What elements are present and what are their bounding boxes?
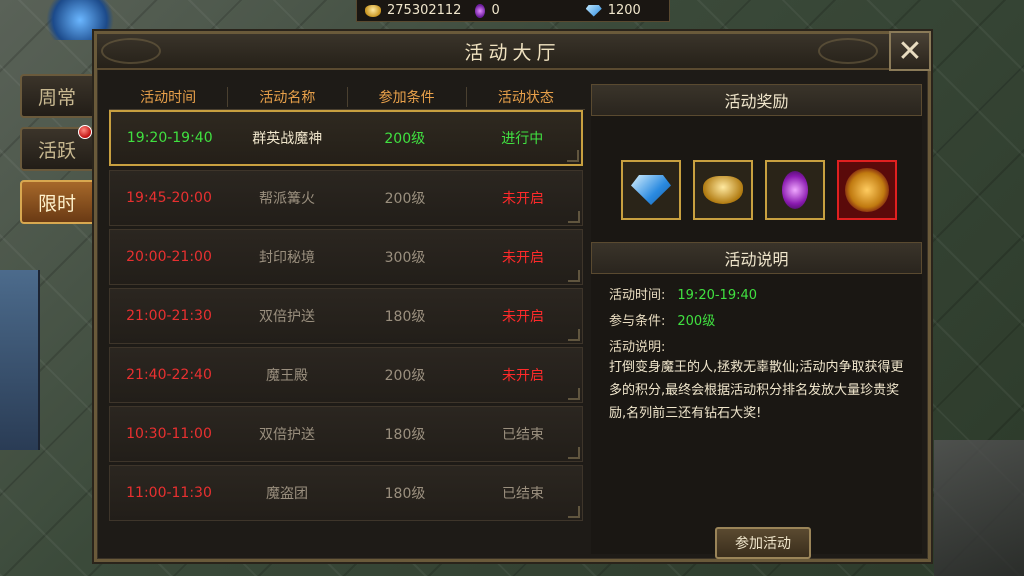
- row-time: 10:30-11:00: [126, 426, 212, 442]
- diamond-amount: 1200: [607, 3, 641, 18]
- header-time: 活动时间: [109, 86, 229, 107]
- close-icon: ✕: [897, 33, 923, 69]
- gold-ingot-icon: [703, 176, 743, 204]
- join-label: 参加活动: [735, 536, 791, 552]
- row-condition: 180级: [384, 427, 426, 443]
- purple-amount: 0: [491, 3, 500, 18]
- row-ornament: [568, 329, 580, 341]
- row-condition: 200级: [384, 191, 426, 207]
- tower-scenery: [0, 270, 40, 450]
- row-status: 未开启: [502, 309, 544, 325]
- activity-row[interactable]: 11:00-11:30 魔盗团 180级 已结束: [109, 465, 583, 521]
- info-time-line: 活动时间: 19:20-19:40: [609, 284, 757, 303]
- join-activity-button[interactable]: 参加活动: [715, 527, 811, 559]
- row-time: 21:40-22:40: [126, 367, 212, 383]
- gold-currency: 275302112: [365, 3, 461, 18]
- header-condition: 参加条件: [348, 86, 467, 107]
- row-status: 未开启: [502, 368, 544, 384]
- row-time: 20:00-21:00: [126, 249, 212, 265]
- ornament-right: [818, 38, 878, 64]
- activity-row[interactable]: 21:00-21:30 双倍护送 180级 未开启: [109, 288, 583, 344]
- activity-hall-window: 活动大厅 ✕ 活动时间 活动名称 参加条件 活动状态 19:20-19:40 群…: [94, 31, 931, 562]
- structure-scenery: [934, 440, 1024, 576]
- reward-slot[interactable]: [693, 160, 753, 220]
- row-name: 群英战魔神: [252, 131, 323, 147]
- time-label: 活动时间:: [609, 288, 666, 303]
- row-status: 已结束: [502, 427, 544, 443]
- row-ornament: [568, 506, 580, 518]
- row-status: 已结束: [502, 486, 544, 502]
- condition-label: 参与条件:: [609, 314, 666, 329]
- condition-value: 200级: [677, 314, 716, 329]
- ornament-left: [101, 38, 161, 64]
- row-name: 双倍护送: [259, 427, 315, 443]
- row-ornament: [567, 150, 579, 162]
- row-time: 11:00-11:30: [126, 485, 212, 501]
- activity-row[interactable]: 19:20-19:40 群英战魔神 200级 进行中: [109, 110, 583, 166]
- tab-active[interactable]: 活跃: [20, 125, 98, 171]
- row-ornament: [568, 388, 580, 400]
- tab-weekly[interactable]: 周常: [20, 74, 98, 118]
- tab-active-label: 活跃: [38, 139, 77, 162]
- row-time: 19:20-19:40: [126, 130, 213, 146]
- reward-slot[interactable]: [837, 160, 897, 220]
- row-name: 双倍护送: [259, 309, 315, 325]
- info-title: 活动说明: [724, 250, 789, 269]
- info-condition-line: 参与条件: 200级: [609, 310, 715, 329]
- diamond-icon: [585, 4, 602, 17]
- currency-bar: 275302112 0 1200: [356, 0, 670, 22]
- row-ornament: [568, 211, 580, 223]
- row-condition: 200级: [384, 131, 426, 147]
- activity-detail-panel: 活动奖励 活动说明 活动时间: 19:20-19:40 参与条件: 200级 活动说…: [591, 84, 922, 559]
- purple-orb-icon: [782, 171, 808, 209]
- window-title: 活动大厅: [464, 41, 561, 64]
- row-condition: 300级: [384, 250, 426, 266]
- gold-ingot-icon: [365, 4, 381, 17]
- reward-slot[interactable]: [765, 160, 825, 220]
- tab-limited[interactable]: 限时: [20, 180, 98, 224]
- activity-row[interactable]: 19:45-20:00 帮派篝火 200级 未开启: [109, 170, 583, 226]
- time-value: 19:20-19:40: [677, 288, 758, 303]
- rewards-title: 活动奖励: [724, 92, 789, 111]
- golden-mask-icon: [845, 168, 889, 212]
- window-title-bar: 活动大厅: [97, 34, 928, 70]
- activity-row[interactable]: 20:00-21:00 封印秘境 300级 未开启: [109, 229, 583, 285]
- info-header: 活动说明: [591, 242, 922, 274]
- diamond-icon: [631, 175, 671, 205]
- row-time: 19:45-20:00: [126, 190, 212, 206]
- purple-gem-icon: [475, 3, 486, 18]
- description-text: 打倒变身魔王的人,拯救无辜散仙;活动内争取获得更多的积分,最终会根据活动积分排名…: [609, 360, 904, 421]
- row-name: 魔盗团: [266, 486, 308, 502]
- row-name: 帮派篝火: [259, 191, 315, 207]
- row-condition: 200级: [384, 368, 426, 384]
- row-time: 21:00-21:30: [126, 308, 212, 324]
- row-ornament: [568, 447, 580, 459]
- purple-currency: 0: [475, 3, 500, 18]
- desc-label: 活动说明:: [609, 340, 666, 355]
- notification-badge: [78, 125, 92, 139]
- header-name: 活动名称: [228, 86, 348, 107]
- reward-slot[interactable]: [621, 160, 681, 220]
- diamond-currency: 1200: [585, 3, 641, 18]
- tab-weekly-label: 周常: [38, 86, 77, 109]
- close-button[interactable]: ✕: [889, 31, 931, 71]
- row-name: 魔王殿: [266, 368, 308, 384]
- rewards-header: 活动奖励: [591, 84, 922, 116]
- row-status: 进行中: [501, 131, 544, 147]
- activity-list: 活动时间 活动名称 参加条件 活动状态 19:20-19:40 群英战魔神 20…: [109, 84, 585, 554]
- row-status: 未开启: [502, 191, 544, 207]
- row-ornament: [568, 270, 580, 282]
- activity-row[interactable]: 21:40-22:40 魔王殿 200级 未开启: [109, 347, 583, 403]
- header-status: 活动状态: [497, 89, 554, 106]
- row-condition: 180级: [384, 486, 426, 502]
- list-header: 活动时间 活动名称 参加条件 活动状态: [109, 84, 585, 110]
- tab-limited-label: 限时: [38, 192, 77, 215]
- activity-row[interactable]: 10:30-11:00 双倍护送 180级 已结束: [109, 406, 583, 462]
- gold-amount: 275302112: [387, 3, 462, 18]
- row-name: 封印秘境: [259, 250, 315, 266]
- row-condition: 180级: [384, 309, 426, 325]
- row-status: 未开启: [502, 250, 544, 266]
